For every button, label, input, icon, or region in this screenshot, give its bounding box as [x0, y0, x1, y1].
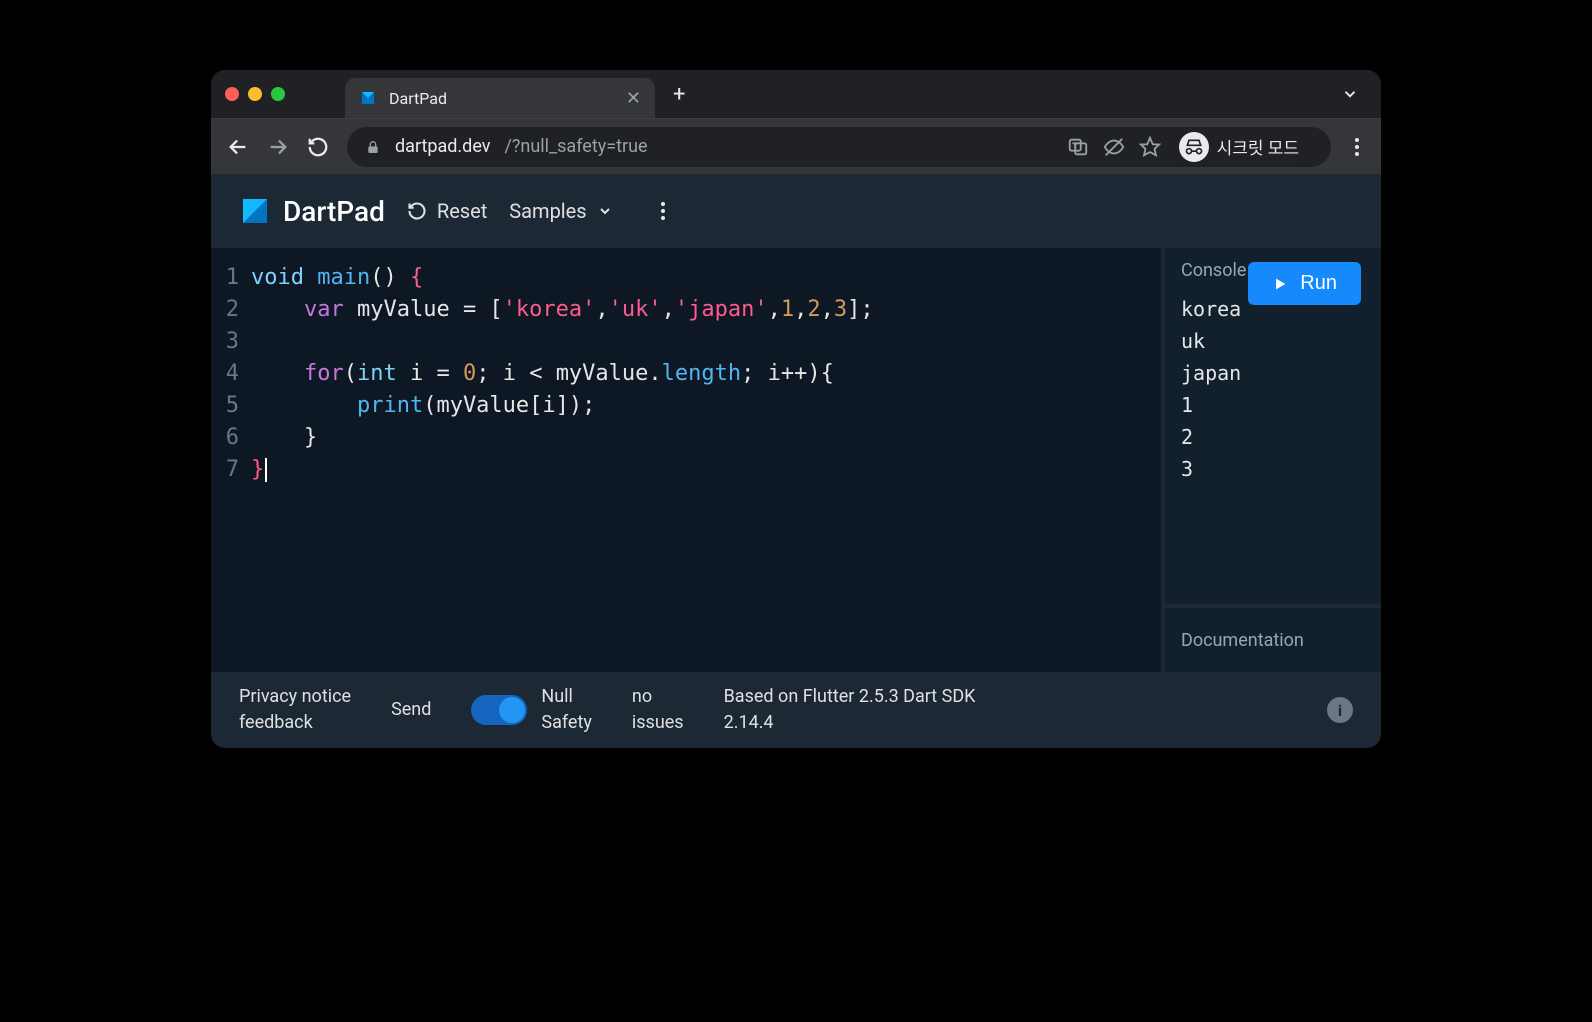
reset-button[interactable]: Reset [407, 199, 487, 223]
tab-overflow-icon[interactable] [1341, 85, 1359, 103]
null-safety-toggle[interactable]: Null Safety [471, 684, 591, 736]
minimize-window-button[interactable] [248, 87, 262, 101]
run-button[interactable]: Run [1248, 262, 1361, 305]
url-path: /?null_safety=true [504, 136, 647, 157]
code-line[interactable]: 6 } [211, 422, 1161, 454]
incognito-indicator[interactable]: 시크릿 모드 [1175, 128, 1313, 166]
code-line[interactable]: 5 print(myValue[i]); [211, 390, 1161, 422]
forward-button[interactable] [267, 136, 289, 158]
version-info: Based on Flutter 2.5.3 Dart SDK 2.14.4 [724, 684, 976, 736]
send-feedback-link[interactable]: Send [391, 697, 431, 723]
browser-window: DartPad ✕ + dartpad.dev /?null_safety=tru… [211, 70, 1381, 748]
info-icon[interactable]: i [1327, 697, 1353, 723]
app-title: DartPad [283, 195, 385, 228]
code-content[interactable]: } [251, 422, 317, 454]
app-logo[interactable]: DartPad [239, 195, 385, 228]
code-line[interactable]: 2 var myValue = ['korea','uk','japan',1,… [211, 294, 1161, 326]
console-output: koreaukjapan123 [1165, 293, 1381, 499]
close-window-button[interactable] [225, 87, 239, 101]
line-number: 2 [211, 294, 251, 326]
incognito-icon [1179, 132, 1209, 162]
eye-off-icon[interactable] [1103, 136, 1125, 158]
status-bar: Privacy notice feedback Send Null Safety… [211, 672, 1381, 748]
reload-icon [407, 201, 427, 221]
run-label: Run [1300, 272, 1337, 295]
line-number: 1 [211, 262, 251, 294]
samples-label: Samples [509, 199, 586, 223]
line-number: 3 [211, 326, 251, 358]
code-editor[interactable]: 1void main() {2 var myValue = ['korea','… [211, 248, 1161, 672]
dart-logo-icon [239, 195, 271, 227]
issues-indicator[interactable]: no issues [632, 684, 684, 736]
code-line[interactable]: 3 [211, 326, 1161, 358]
code-line[interactable]: 1void main() { [211, 262, 1161, 294]
browser-tab-strip: DartPad ✕ + [211, 70, 1381, 118]
code-content[interactable]: var myValue = ['korea','uk','japan',1,2,… [251, 294, 874, 326]
line-number: 6 [211, 422, 251, 454]
incognito-label: 시크릿 모드 [1217, 134, 1299, 159]
browser-address-bar: dartpad.dev /?null_safety=true 시크릿 모드 [211, 118, 1381, 174]
back-button[interactable] [227, 136, 249, 158]
url-host: dartpad.dev [395, 136, 490, 157]
line-number: 4 [211, 358, 251, 390]
url-input[interactable]: dartpad.dev /?null_safety=true 시크릿 모드 [347, 127, 1331, 167]
reset-label: Reset [437, 199, 487, 223]
browser-tab[interactable]: DartPad ✕ [345, 78, 655, 118]
chevron-down-icon [597, 203, 613, 219]
code-line[interactable]: 7} [211, 454, 1161, 486]
browser-menu-button[interactable] [1349, 138, 1365, 156]
window-controls [225, 87, 285, 101]
translate-icon[interactable] [1067, 136, 1089, 158]
code-line[interactable]: 4 for(int i = 0; i < myValue.length; i++… [211, 358, 1161, 390]
console-line: 3 [1181, 453, 1365, 485]
maximize-window-button[interactable] [271, 87, 285, 101]
code-content[interactable]: for(int i = 0; i < myValue.length; i++){ [251, 358, 834, 390]
documentation-header: Documentation [1165, 618, 1320, 663]
code-content[interactable]: print(myValue[i]); [251, 390, 595, 422]
reload-button[interactable] [307, 136, 329, 158]
side-panels: Console koreaukjapan123 Documentation [1161, 248, 1381, 672]
console-line: 2 [1181, 421, 1365, 453]
app-menu-button[interactable] [655, 202, 671, 220]
bookmark-star-icon[interactable] [1139, 136, 1161, 158]
lock-icon [365, 139, 381, 155]
app-toolbar: DartPad Reset Samples [211, 174, 1381, 248]
samples-dropdown[interactable]: Samples [509, 199, 612, 223]
line-number: 7 [211, 454, 251, 486]
console-line: 1 [1181, 389, 1365, 421]
close-tab-icon[interactable]: ✕ [626, 88, 641, 109]
documentation-panel[interactable]: Documentation [1165, 608, 1381, 672]
code-content[interactable]: void main() { [251, 262, 423, 294]
console-line: japan [1181, 357, 1365, 389]
play-icon [1272, 276, 1288, 292]
new-tab-button[interactable]: + [673, 82, 685, 107]
line-number: 5 [211, 390, 251, 422]
tab-title: DartPad [389, 89, 614, 108]
console-line: uk [1181, 325, 1365, 357]
toggle-switch[interactable] [471, 695, 527, 725]
main-area: 1void main() {2 var myValue = ['korea','… [211, 248, 1381, 672]
privacy-link[interactable]: Privacy notice feedback [239, 684, 351, 736]
code-content[interactable]: } [251, 454, 267, 486]
dart-favicon-icon [359, 89, 377, 107]
